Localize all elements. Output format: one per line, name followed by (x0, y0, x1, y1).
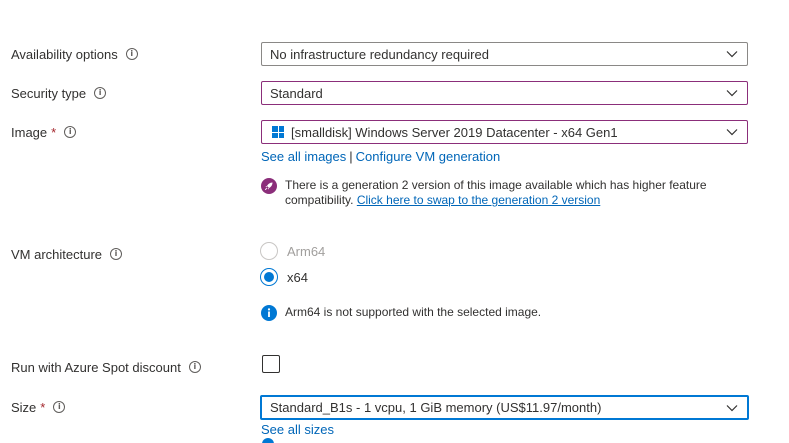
radio-button-x64[interactable] (260, 268, 278, 286)
gen2-notice-body: There is a generation 2 version of this … (285, 178, 731, 208)
info-icon[interactable]: i (188, 361, 201, 373)
availability-label-text: Availability options (11, 46, 118, 62)
swap-gen2-link[interactable]: Click here to swap to the generation 2 v… (357, 193, 600, 207)
availability-dropdown[interactable]: No infrastructure redundancy required (261, 42, 748, 66)
radio-arm64[interactable]: Arm64 (260, 242, 325, 260)
size-value: Standard_B1s - 1 vcpu, 1 GiB memory (US$… (270, 400, 602, 415)
arm64-notice-text: Arm64 is not supported with the selected… (285, 305, 542, 319)
see-all-images-link[interactable]: See all images (261, 149, 346, 164)
spot-label: Run with Azure Spot discount i (11, 357, 201, 377)
configure-vm-generation-link[interactable]: Configure VM generation (356, 149, 501, 164)
arm64-notice: Arm64 is not supported with the selected… (261, 305, 541, 321)
image-value: [smalldisk] Windows Server 2019 Datacent… (291, 124, 618, 140)
security-label: Security type i (11, 83, 107, 103)
security-type-value: Standard (270, 85, 323, 101)
link-separator: | (349, 148, 353, 164)
info-icon[interactable]: i (64, 126, 77, 138)
info-filled-icon (261, 305, 277, 321)
image-label-text: Image (11, 124, 48, 140)
radio-label-arm64: Arm64 (287, 243, 326, 259)
spot-discount-checkbox[interactable] (262, 355, 280, 373)
image-dropdown[interactable]: [smalldisk] Windows Server 2019 Datacent… (261, 120, 748, 144)
image-links: See all images | Configure VM generation (261, 147, 500, 165)
size-links: See all sizes (261, 420, 334, 438)
spot-label-text: Run with Azure Spot discount (11, 359, 181, 375)
partial-indicator-icon (262, 438, 274, 443)
architecture-label-text: VM architecture (11, 246, 103, 262)
security-type-dropdown[interactable]: Standard (261, 81, 748, 105)
radio-button-arm64[interactable] (260, 242, 278, 260)
chevron-down-icon (726, 129, 738, 136)
info-icon[interactable]: i (110, 248, 123, 260)
availability-value: No infrastructure redundancy required (270, 46, 489, 62)
security-label-text: Security type (11, 85, 87, 101)
size-dropdown[interactable]: Standard_B1s - 1 vcpu, 1 GiB memory (US$… (260, 395, 749, 420)
rocket-icon (261, 178, 277, 194)
required-marker: * (40, 399, 46, 415)
chevron-down-icon (726, 90, 738, 97)
see-all-sizes-link[interactable]: See all sizes (261, 422, 334, 437)
availability-label: Availability options i (11, 44, 138, 64)
vm-basics-form: Availability options i No infrastructure… (0, 0, 789, 443)
size-label: Size * i (11, 397, 66, 417)
required-marker: * (51, 124, 57, 140)
chevron-down-icon (726, 51, 738, 58)
image-label: Image * i (11, 122, 77, 142)
chevron-down-icon (726, 404, 738, 411)
architecture-label: VM architecture i (11, 244, 123, 264)
info-icon[interactable]: i (94, 87, 107, 99)
gen2-notice: There is a generation 2 version of this … (261, 178, 731, 208)
windows-icon (272, 126, 284, 138)
radio-label-x64: x64 (287, 269, 308, 285)
size-label-text: Size (11, 399, 37, 415)
radio-x64[interactable]: x64 (260, 268, 308, 286)
info-icon[interactable]: i (53, 401, 66, 413)
info-icon[interactable]: i (125, 48, 138, 60)
